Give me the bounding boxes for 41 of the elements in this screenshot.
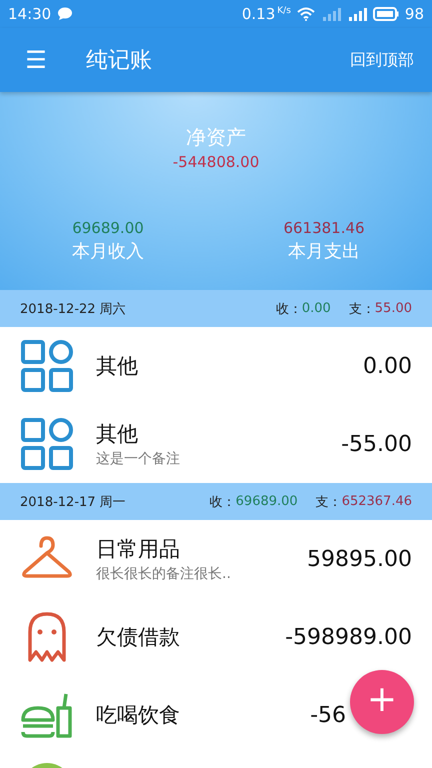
entry-amount: 59895.00	[307, 546, 412, 572]
add-button[interactable]: +	[350, 670, 414, 734]
day-date: 2018-12-17 周一	[20, 494, 126, 510]
expense-label: 支：	[348, 300, 375, 318]
day-expense: 652367.46	[342, 494, 412, 509]
entry-amount: 0.00	[363, 354, 412, 378]
message-icon	[57, 7, 74, 21]
income-label: 收：	[276, 300, 302, 318]
income-value: 69689.00	[72, 219, 144, 237]
net-assets-label: 净资产	[186, 124, 246, 151]
category-name: 日常用品	[96, 536, 181, 563]
battery-icon	[372, 7, 399, 21]
signal-icon	[346, 7, 367, 21]
category-name: 其他	[96, 421, 139, 448]
app-title: 纯记账	[86, 47, 153, 75]
battery-level: 98	[404, 5, 424, 23]
income-label: 收：	[210, 494, 236, 510]
entry-amount: -55.00	[341, 432, 412, 456]
signal-icon	[320, 7, 341, 21]
back-to-top-button[interactable]: 回到顶部	[346, 46, 418, 74]
expense-value: 661381.46	[283, 219, 365, 237]
entry-amount: -598989.00	[285, 624, 412, 650]
income-label: 本月收入	[72, 240, 144, 263]
day-expense: 55.00	[374, 301, 412, 316]
speed-unit: K/s	[277, 6, 291, 16]
wifi-icon	[296, 7, 315, 21]
category-name: 欠债借款	[96, 624, 181, 651]
expense-label: 支：	[316, 494, 342, 510]
entry-note: 这是一个备注	[96, 450, 181, 468]
menu-button[interactable]: ☰	[18, 46, 54, 74]
category-name: 吃喝饮食	[96, 702, 181, 729]
status-time: 14:30	[8, 5, 52, 23]
day-date: 2018-12-22 周六	[20, 300, 126, 318]
entry-note: 很长很长的备注很长..	[96, 565, 232, 583]
net-assets-value: -544808.00	[172, 153, 260, 171]
day-income: 0.00	[302, 301, 331, 316]
category-name: 其他	[96, 353, 139, 380]
entry-amount: -56	[310, 702, 346, 728]
network-speed: 0.13	[242, 5, 276, 23]
day-income: 69689.00	[236, 494, 298, 509]
expense-label: 本月支出	[288, 240, 360, 263]
